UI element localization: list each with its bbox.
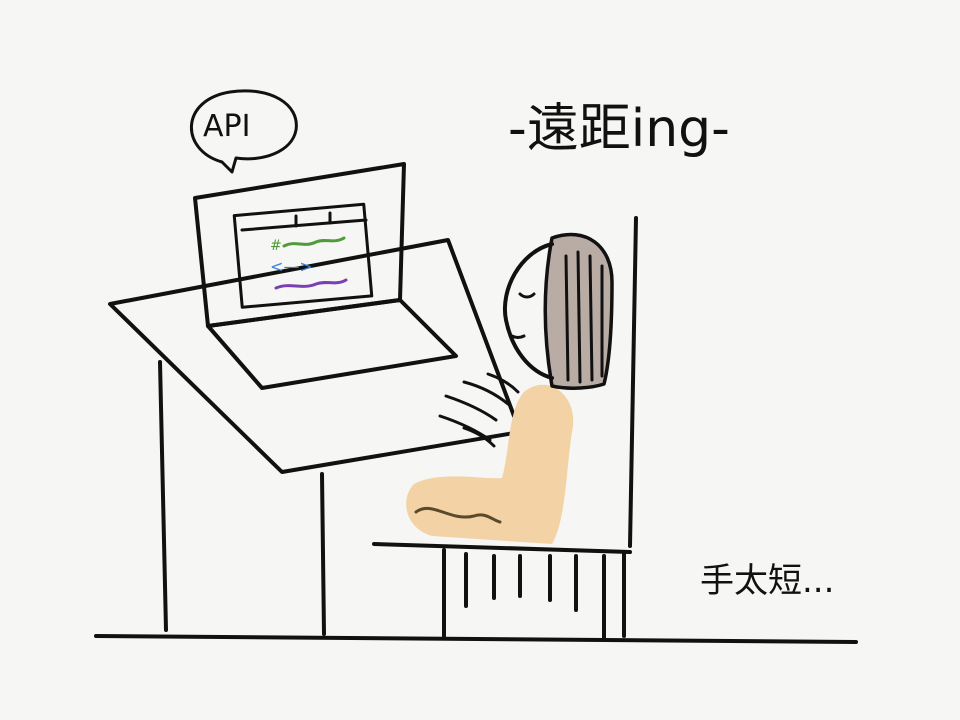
code-hash-symbol: #: [270, 238, 282, 254]
arm-line: [444, 394, 498, 422]
eye: [518, 292, 536, 299]
laptop-base: [206, 298, 458, 390]
laptop: # <—>: [193, 162, 458, 390]
desk: [108, 238, 522, 636]
chair-seat: [372, 542, 632, 554]
code-line-green: [282, 236, 346, 248]
code-line-purple: [274, 278, 348, 290]
chair-back: [628, 216, 638, 548]
hair-strand: [588, 254, 594, 382]
doodle-illustration: # <—> API -遠距ing- 手太短...: [94, 89, 858, 644]
desk-top: [108, 238, 522, 474]
desk-leg-left: [158, 360, 168, 632]
speech-bubble: API: [189, 89, 298, 174]
title-text: -遠距ing-: [508, 99, 730, 159]
mouth: [510, 334, 526, 339]
code-arrows: <—>: [270, 257, 313, 276]
hair-strand: [564, 254, 570, 382]
body-fill: [406, 384, 574, 544]
illustration-canvas: # <—> API -遠距ing- 手太短...: [0, 0, 960, 720]
speech-bubble-text: API: [203, 109, 250, 144]
hair-strand: [576, 250, 582, 384]
floor-line: [94, 634, 858, 644]
caption-text: 手太短...: [700, 561, 834, 601]
desk-leg-right: [320, 472, 326, 636]
editor-titlebar: [240, 218, 368, 232]
person: [406, 232, 614, 544]
